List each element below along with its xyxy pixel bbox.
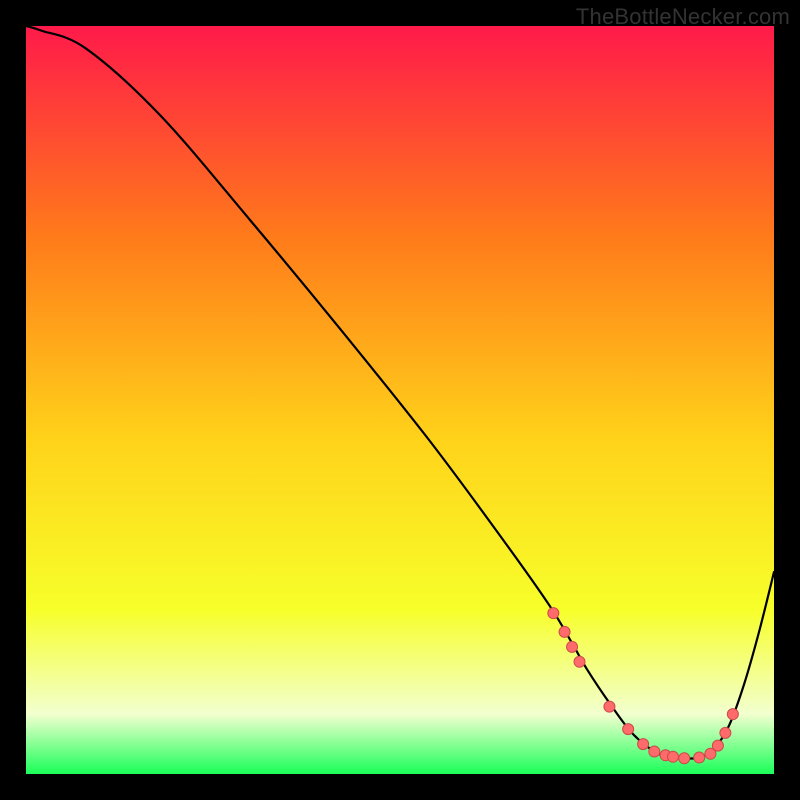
watermark-label: TheBottleNecker.com [576, 4, 790, 30]
chart-svg [26, 26, 774, 774]
curve-marker [720, 727, 731, 738]
curve-marker [559, 626, 570, 637]
curve-marker [727, 709, 738, 720]
plot-area [26, 26, 774, 774]
chart-frame: TheBottleNecker.com [0, 0, 800, 800]
curve-marker [638, 739, 649, 750]
curve-marker [679, 753, 690, 764]
curve-marker [574, 656, 585, 667]
curve-marker [567, 641, 578, 652]
curve-marker [548, 608, 559, 619]
curve-marker [712, 740, 723, 751]
curve-marker [604, 701, 615, 712]
curve-marker [623, 724, 634, 735]
curve-marker [649, 746, 660, 757]
plot-background [26, 26, 774, 774]
curve-marker [694, 752, 705, 763]
curve-marker [668, 751, 679, 762]
